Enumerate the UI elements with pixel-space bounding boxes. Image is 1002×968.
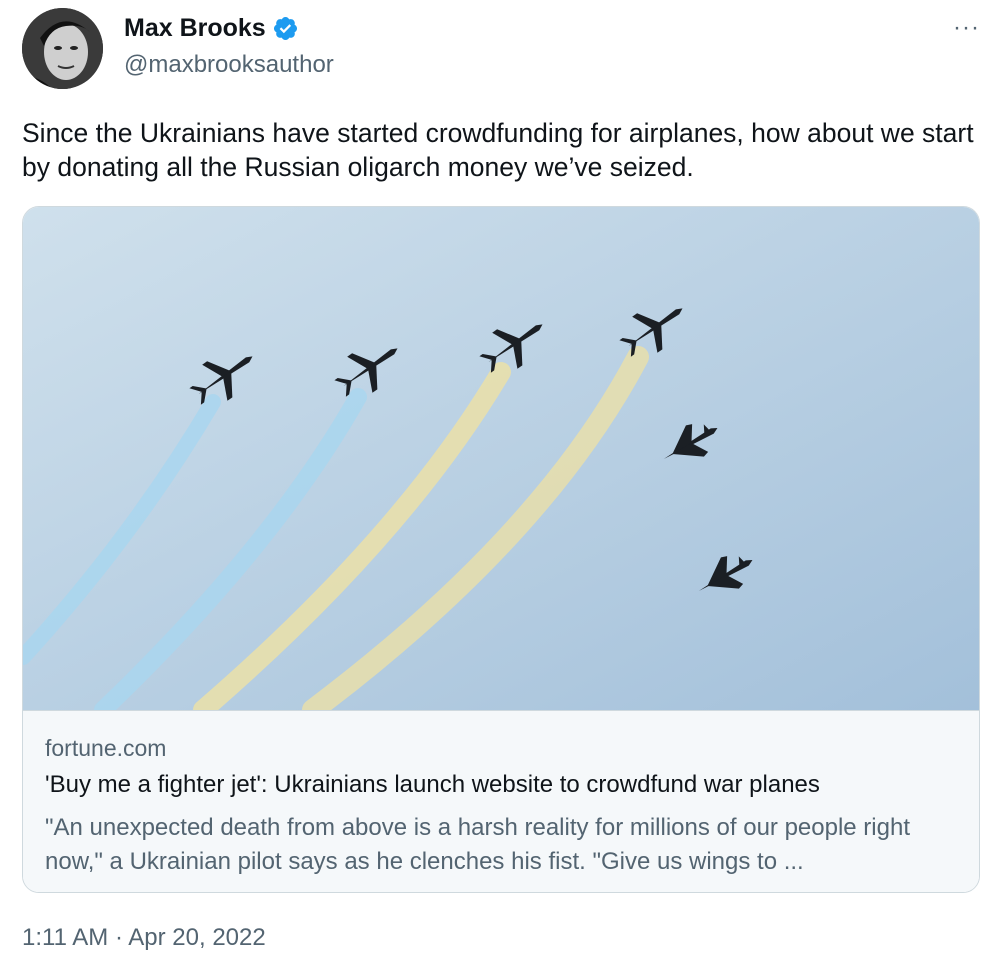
link-card[interactable]: fortune.com 'Buy me a fighter jet': Ukra… [22, 206, 980, 893]
verified-badge-icon [272, 15, 299, 42]
tweet-timestamp[interactable]: 1:11 AM · Apr 20, 2022 [22, 924, 266, 952]
author-name[interactable]: Max Brooks [124, 14, 266, 43]
card-description: "An unexpected death from above is a har… [45, 814, 910, 875]
card-domain: fortune.com [45, 735, 167, 761]
avatar[interactable] [22, 8, 103, 89]
author-handle[interactable]: @maxbrooksauthor [124, 51, 334, 79]
tweet-text: Since the Ukrainians have started crowdf… [22, 118, 974, 182]
card-body: fortune.com 'Buy me a fighter jet': Ukra… [23, 710, 979, 892]
fighter-jets-formation-image [23, 207, 979, 710]
author-portrait-icon [22, 8, 103, 89]
card-title[interactable]: 'Buy me a fighter jet': Ukrainians launc… [45, 771, 820, 799]
author-name-row: Max Brooks [124, 14, 299, 43]
more-horizontal-icon[interactable]: ··· [953, 14, 980, 42]
